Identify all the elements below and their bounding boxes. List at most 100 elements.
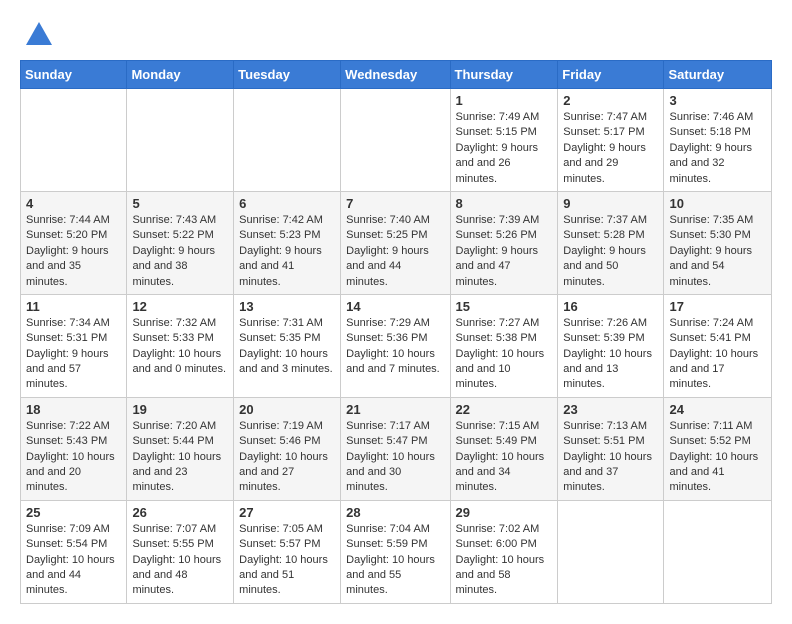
day-number: 8 xyxy=(456,196,553,211)
logo-icon xyxy=(24,20,54,50)
cell-content: Sunrise: 7:22 AMSunset: 5:43 PMDaylight:… xyxy=(26,419,121,496)
sunset-text: Sunset: 5:22 PM xyxy=(132,229,213,241)
daylight-label: Daylight: 9 hours xyxy=(456,142,539,154)
daylight-label: Daylight: 10 hours xyxy=(346,451,435,463)
sunrise-text: Sunrise: 7:13 AM xyxy=(563,420,647,432)
sunrise-text: Sunrise: 7:49 AM xyxy=(456,111,540,123)
calendar-cell xyxy=(664,500,772,603)
cell-content: Sunrise: 7:09 AM Sunset: 5:54 PM Daylight:… xyxy=(26,522,121,599)
day-number: 26 xyxy=(132,505,228,520)
sunset-text: Sunset: 5:41 PM xyxy=(669,332,750,344)
daylight-minutes: and and 51 minutes. xyxy=(239,569,294,596)
sunrise-text: Sunrise: 7:19 AM xyxy=(239,420,323,432)
calendar-table: SundayMondayTuesdayWednesdayThursdayFrid… xyxy=(20,60,772,604)
day-number: 29 xyxy=(456,505,553,520)
daylight-label: Daylight: 10 hours xyxy=(239,451,328,463)
daylight-label: Daylight: 10 hours xyxy=(26,554,115,566)
sunrise-text: Sunrise: 7:37 AM xyxy=(563,214,647,226)
daylight-label: Daylight: 10 hours xyxy=(346,348,435,360)
sunrise-text: Sunrise: 7:32 AM xyxy=(132,317,216,329)
daylight-label: Daylight: 10 hours xyxy=(563,348,652,360)
sunrise-text: Sunrise: 7:46 AM xyxy=(669,111,753,123)
sunrise-text: Sunrise: 7:40 AM xyxy=(346,214,430,226)
calendar-cell: 28Sunrise: 7:04 AMSunset: 5:59 PMDayligh… xyxy=(341,500,450,603)
day-number: 10 xyxy=(669,196,766,211)
cell-content: Sunrise: 7:43 AMSunset: 5:22 PMDaylight:… xyxy=(132,213,228,290)
calendar-cell: 17Sunrise: 7:24 AMSunset: 5:41 PMDayligh… xyxy=(664,294,772,397)
sunset-text: Sunset: 5:51 PM xyxy=(563,435,644,447)
sunrise-text: Sunrise: 7:11 AM xyxy=(669,420,752,432)
daylight-minutes: and and 32 minutes. xyxy=(669,157,724,184)
day-number: 18 xyxy=(26,402,121,417)
sunrise-text: Sunrise: 7:09 AM xyxy=(26,523,110,535)
col-header-sunday: Sunday xyxy=(21,61,127,89)
sunset-text: Sunset: 5:30 PM xyxy=(669,229,750,241)
day-number: 22 xyxy=(456,402,553,417)
sunset-text: Sunset: 5:47 PM xyxy=(346,435,427,447)
calendar-cell: 5 Sunrise: 7:43 AMSunset: 5:22 PMDaylight… xyxy=(127,191,234,294)
cell-content: Sunrise: 7:27 AMSunset: 5:38 PMDaylight:… xyxy=(456,316,553,393)
daylight-label: Daylight: 9 hours xyxy=(239,245,322,257)
cell-content: Sunrise: 7:15 AMSunset: 5:49 PMDaylight:… xyxy=(456,419,553,496)
daylight-minutes: and and 3 minutes. xyxy=(239,363,333,375)
day-number: 20 xyxy=(239,402,335,417)
logo xyxy=(20,20,54,50)
cell-content: Sunrise: 7:46 AMSunset: 5:18 PMDaylight:… xyxy=(669,110,766,187)
col-header-thursday: Thursday xyxy=(450,61,558,89)
cell-content: Sunrise: 7:49 AMSunset: 5:15 PMDaylight:… xyxy=(456,110,553,187)
sunrise-text: Sunrise: 7:27 AM xyxy=(456,317,540,329)
daylight-label: Daylight: 9 hours xyxy=(346,245,429,257)
cell-content: Sunrise: 7:20 AMSunset: 5:44 PMDaylight:… xyxy=(132,419,228,496)
cell-content: Sunrise: 7:13 AMSunset: 5:51 PMDaylight:… xyxy=(563,419,658,496)
daylight-label: Daylight: 10 hours xyxy=(132,451,221,463)
sunset-text: Sunset: 5:46 PM xyxy=(239,435,320,447)
daylight-minutes: and and 20 minutes. xyxy=(26,466,81,493)
cell-content: Sunrise: 7:32 AMSunset: 5:33 PMDaylight:… xyxy=(132,316,228,378)
daylight-minutes: and and 41 minutes. xyxy=(669,466,724,493)
sunrise-text: Sunrise: 7:35 AM xyxy=(669,214,753,226)
sunset-text: Sunset: 5:44 PM xyxy=(132,435,213,447)
sunrise-text: Sunrise: 7:47 AM xyxy=(563,111,647,123)
calendar-cell: 12Sunrise: 7:32 AMSunset: 5:33 PMDayligh… xyxy=(127,294,234,397)
cell-content: Sunrise: 7:47 AMSunset: 5:17 PMDaylight:… xyxy=(563,110,658,187)
cell-content: Sunrise: 7:07 AMSunset: 5:55 PMDaylight:… xyxy=(132,522,228,599)
sunset-text: Sunset: 5:39 PM xyxy=(563,332,644,344)
sunset-text: Sunset: 5:59 PM xyxy=(346,538,427,550)
sunset-text: Sunset: 5:55 PM xyxy=(132,538,213,550)
sunrise-text: Sunrise: 7:15 AM xyxy=(456,420,540,432)
calendar-cell: 25Sunrise: 7:09 AMSunset: 5:54 PMDayligh… xyxy=(21,500,127,603)
calendar-cell: 22Sunrise: 7:15 AMSunset: 5:49 PMDayligh… xyxy=(450,397,558,500)
day-number: 6 xyxy=(239,196,335,211)
col-header-tuesday: Tuesday xyxy=(234,61,341,89)
calendar-header-row: SundayMondayTuesdayWednesdayThursdayFrid… xyxy=(21,61,772,89)
sunset-text: Sunset: 5:26 PM xyxy=(456,229,537,241)
calendar-cell xyxy=(341,89,450,192)
day-number: 16 xyxy=(563,299,658,314)
daylight-label: Daylight: 10 hours xyxy=(239,348,328,360)
sunset-text: Sunset: 5:49 PM xyxy=(456,435,537,447)
calendar-cell: 19Sunrise: 7:20 AMSunset: 5:44 PMDayligh… xyxy=(127,397,234,500)
calendar-cell xyxy=(127,89,234,192)
day-number: 28 xyxy=(346,505,444,520)
calendar-cell: 27Sunrise: 7:05 AMSunset: 5:57 PMDayligh… xyxy=(234,500,341,603)
daylight-label: Daylight: 10 hours xyxy=(346,554,435,566)
day-number: 3 xyxy=(669,93,766,108)
sunset-text: Sunset: 5:54 PM xyxy=(26,538,107,550)
daylight-minutes: and and 41 minutes. xyxy=(239,260,294,287)
sunrise-text: Sunrise: 7:24 AM xyxy=(669,317,753,329)
daylight-label: Daylight: 10 hours xyxy=(239,554,328,566)
daylight-minutes: and and 37 minutes. xyxy=(563,466,618,493)
sunrise-text: Sunrise: 7:29 AM xyxy=(346,317,430,329)
day-number: 5 xyxy=(132,196,228,211)
week-row-2: 4Sunrise: 7:44 AMSunset: 5:20 PMDaylight… xyxy=(21,191,772,294)
sunset-text: Sunset: 5:23 PM xyxy=(239,229,320,241)
daylight-minutes: and and 57 minutes. xyxy=(26,363,81,390)
daylight-label: Daylight: 9 hours xyxy=(26,245,109,257)
calendar-cell: 26 Sunrise: 7:07 AMSunset: 5:55 PMDayligh… xyxy=(127,500,234,603)
sunset-text: Sunset: 5:20 PM xyxy=(26,229,107,241)
day-number: 21 xyxy=(346,402,444,417)
calendar-cell: 8Sunrise: 7:39 AMSunset: 5:26 PMDaylight… xyxy=(450,191,558,294)
daylight-label: Daylight: 9 hours xyxy=(669,245,752,257)
daylight-minutes: and and 47 minutes. xyxy=(456,260,511,287)
sunrise-text: Sunrise: 7:26 AM xyxy=(563,317,647,329)
